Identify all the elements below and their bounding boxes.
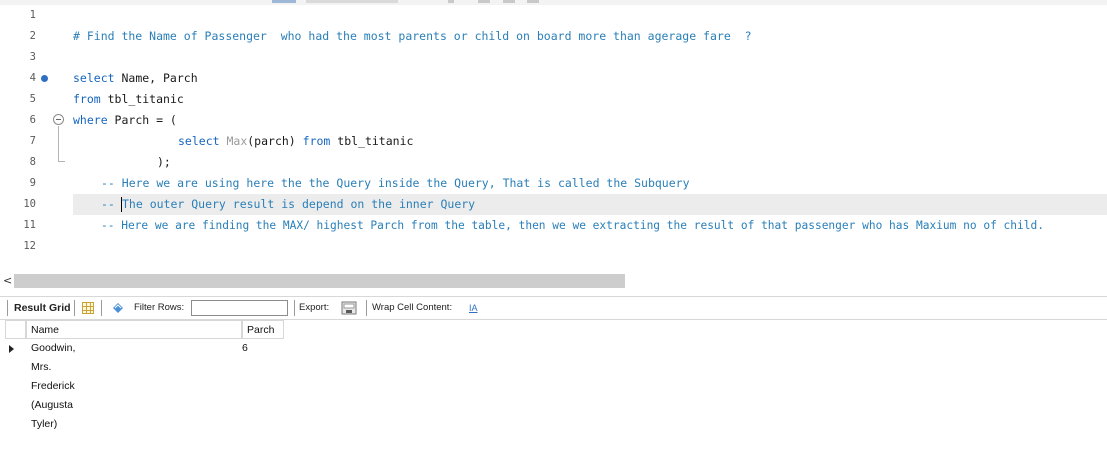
- table-cell-parch[interactable]: 6: [238, 339, 248, 358]
- function-name: Max: [219, 134, 248, 148]
- editor-line-current: 10 -- The outer Query result is depend o…: [0, 194, 1107, 215]
- comment-dashes: --: [101, 197, 122, 211]
- editor-line: 8 );: [0, 152, 1107, 173]
- line-number: 6: [29, 114, 36, 126]
- keyword: from: [73, 92, 101, 106]
- code-rest: tbl_titanic: [330, 134, 414, 148]
- editor-line: 1: [0, 5, 1107, 26]
- line-number: 10: [23, 198, 36, 210]
- toolbar-separator: [101, 300, 102, 316]
- export-icon[interactable]: [341, 301, 357, 315]
- fold-icon[interactable]: [53, 114, 64, 125]
- toolbar-button[interactable]: [478, 0, 490, 3]
- toolbar-field[interactable]: [306, 0, 398, 3]
- line-number: 11: [23, 219, 36, 231]
- toolbar-button[interactable]: [272, 0, 296, 3]
- keyword: select: [73, 71, 115, 85]
- code-text: );: [157, 155, 171, 169]
- filter-rows-label: Filter Rows:: [134, 302, 185, 313]
- line-number: 1: [29, 9, 36, 21]
- comment-text: The outer Query result is depend on the …: [122, 197, 476, 211]
- wrap-cell-icon[interactable]: IA: [469, 301, 478, 315]
- editor-line: 7 select Max(parch) from tbl_titanic: [0, 131, 1107, 152]
- grid-icon[interactable]: [82, 302, 94, 314]
- code-text: where Parch = (: [73, 110, 177, 131]
- line-number: 4: [29, 72, 36, 84]
- toolbar-separator: [366, 300, 367, 316]
- horizontal-scrollbar[interactable]: <: [0, 273, 1107, 289]
- wrap-cell-content-label: Wrap Cell Content:: [372, 302, 453, 313]
- line-number: 8: [29, 156, 36, 168]
- code-rest: tbl_titanic: [100, 92, 184, 106]
- code-mid: (parch): [247, 134, 303, 148]
- comment-text: -- Here we are finding the MAX/ highest …: [101, 219, 1044, 232]
- editor-line: 9 -- Here we are using here the the Quer…: [0, 173, 1107, 194]
- editor-line: 6 where Parch = (: [0, 110, 1107, 131]
- code-text: select Name, Parch: [73, 68, 198, 89]
- scrollbar-thumb[interactable]: [14, 274, 625, 288]
- editor-line: 12: [0, 236, 1107, 257]
- result-grid-tab[interactable]: Result Grid: [14, 297, 71, 319]
- code-rest: Name, Parch: [114, 71, 198, 85]
- line-number: 7: [29, 135, 36, 147]
- filter-icon[interactable]: [112, 302, 124, 314]
- editor-line: 5 from tbl_titanic: [0, 89, 1107, 110]
- editor-line: 2 # Find the Name of Passenger who had t…: [0, 26, 1107, 47]
- column-header-parch[interactable]: Parch: [242, 320, 284, 339]
- code-text: from tbl_titanic: [73, 89, 184, 110]
- editor-line: 4 select Name, Parch: [0, 68, 1107, 89]
- line-number: 5: [29, 93, 36, 105]
- comment-text: -- Here we are using here the the Query …: [101, 176, 690, 190]
- row-header-corner: [5, 320, 26, 339]
- keyword: where: [73, 113, 108, 127]
- toolbar-button[interactable]: [448, 0, 454, 3]
- current-row-arrow-icon: [9, 345, 14, 353]
- sql-editor[interactable]: 1 2 # Find the Name of Passenger who had…: [0, 5, 1107, 270]
- filter-rows-input[interactable]: [191, 300, 288, 316]
- result-toolbar: Result Grid Filter Rows: Export: Wrap Ce…: [0, 296, 1107, 320]
- toolbar-button[interactable]: [527, 0, 539, 3]
- toolbar-separator: [294, 300, 295, 316]
- keyword: select: [178, 134, 220, 148]
- editor-line: 3: [0, 47, 1107, 68]
- keyword: from: [302, 134, 331, 148]
- comment-text: # Find the Name of Passenger who had the…: [73, 29, 752, 43]
- code-text: select Max(parch) from tbl_titanic: [178, 131, 413, 152]
- line-number: 9: [29, 177, 36, 189]
- toolbar-separator: [7, 300, 8, 316]
- editor-line: 11 -- Here we are finding the MAX/ highe…: [0, 215, 1107, 236]
- line-number: 2: [29, 30, 36, 42]
- code-rest: Parch = (: [107, 113, 177, 127]
- table-cell-name[interactable]: Goodwin, Mrs. Frederick (Augusta Tyler): [27, 339, 75, 430]
- line-number: 12: [23, 240, 36, 252]
- column-header-name[interactable]: Name: [26, 320, 242, 339]
- breakpoint-marker-icon[interactable]: [41, 75, 48, 82]
- line-number: 3: [29, 51, 36, 63]
- toolbar-separator: [74, 300, 75, 316]
- export-label: Export:: [299, 302, 330, 313]
- toolbar-button[interactable]: [503, 0, 515, 3]
- scroll-left-icon[interactable]: <: [3, 273, 12, 289]
